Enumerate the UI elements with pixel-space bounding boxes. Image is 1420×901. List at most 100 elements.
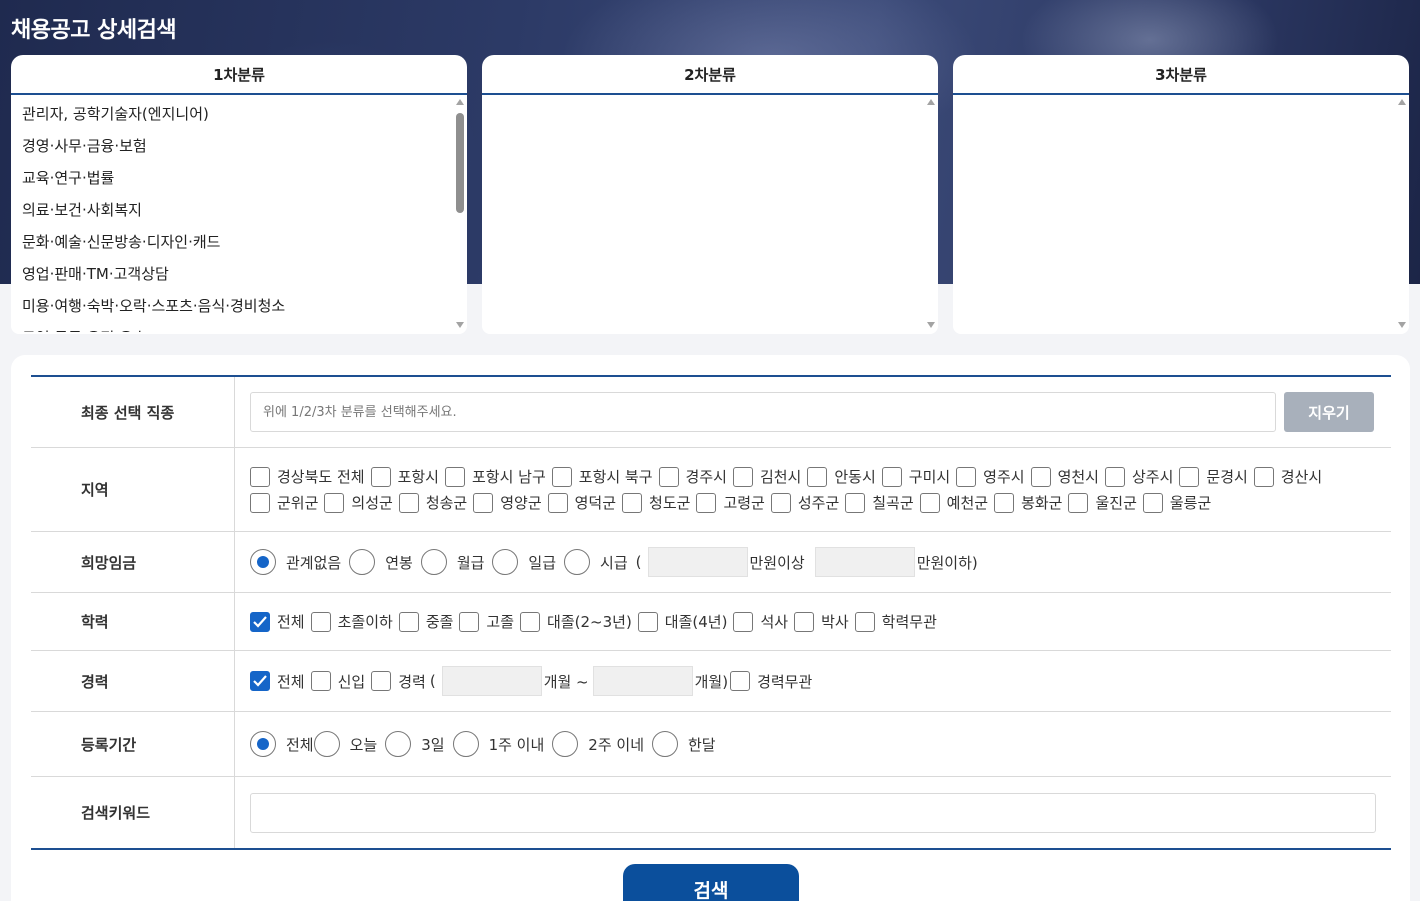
radio-circle[interactable] (452, 731, 479, 757)
checkbox-box[interactable] (732, 466, 753, 487)
region-checkbox[interactable]: 칠곡군 (845, 490, 914, 516)
scroll-down-arrow-icon[interactable] (1398, 322, 1406, 328)
scrollbar[interactable] (1396, 97, 1407, 330)
category-item[interactable]: 관리자, 공학기술자(엔지니어) (11, 98, 467, 130)
period-radio[interactable]: 오늘 (313, 731, 377, 757)
salary-radio[interactable]: 연봉 (349, 549, 413, 575)
checkbox-box[interactable] (398, 611, 419, 632)
region-checkbox[interactable]: 영양군 (473, 490, 542, 516)
scroll-up-arrow-icon[interactable] (927, 99, 935, 105)
category-list-first[interactable]: 관리자, 공학기술자(엔지니어) 경영·사무·금융·보험 교육·연구·법률 의료·보건… (11, 95, 467, 332)
checkbox-box[interactable] (696, 492, 717, 513)
checkbox-box[interactable] (770, 492, 791, 513)
salary-radio[interactable]: 일급 (492, 549, 556, 575)
radio-circle[interactable] (552, 731, 579, 757)
education-checkbox[interactable]: 전체 (250, 609, 305, 635)
region-checkbox[interactable]: 김천시 (732, 464, 801, 490)
radio-circle[interactable] (652, 731, 678, 757)
checkbox-box[interactable] (250, 611, 270, 632)
checkbox-box[interactable] (733, 611, 754, 632)
region-checkbox[interactable]: 영주시 (956, 464, 1025, 490)
career-all-checkbox[interactable]: 전체 (250, 668, 305, 694)
region-checkbox[interactable]: 경상북도 전체 (250, 464, 365, 490)
checkbox-box[interactable] (370, 466, 391, 487)
region-checkbox[interactable]: 영덕군 (547, 490, 616, 516)
career-irrelevant-checkbox[interactable]: 경력무관 (730, 668, 812, 694)
checkbox-box[interactable] (250, 466, 270, 487)
checkbox-box[interactable] (919, 492, 940, 513)
checkbox-box[interactable] (551, 466, 572, 487)
checkbox-box[interactable] (881, 466, 902, 487)
scroll-down-arrow-icon[interactable] (927, 322, 935, 328)
checkbox-box[interactable] (622, 492, 643, 513)
region-checkbox[interactable]: 청도군 (622, 490, 690, 516)
checkbox-box[interactable] (1030, 466, 1051, 487)
category-item[interactable]: 영업·판매·TM·고객상담 (11, 258, 467, 290)
final-job-input[interactable] (250, 392, 1276, 432)
checkbox-box[interactable] (845, 492, 866, 513)
salary-radio[interactable]: 시급 (564, 549, 628, 575)
checkbox-box[interactable] (637, 611, 658, 632)
education-checkbox[interactable]: 박사 (794, 609, 849, 635)
keyword-input[interactable] (250, 792, 1376, 833)
checkbox-box[interactable] (730, 671, 751, 691)
radio-circle[interactable] (420, 549, 447, 575)
region-checkbox[interactable]: 경주시 (658, 464, 727, 490)
scroll-thumb[interactable] (456, 113, 464, 213)
category-item[interactable]: 의료·보건·사회복지 (11, 194, 467, 226)
radio-circle[interactable] (564, 549, 591, 575)
checkbox-box[interactable] (854, 611, 875, 632)
career-min-months-input[interactable] (441, 666, 542, 696)
education-checkbox[interactable]: 중졸 (398, 609, 453, 635)
region-checkbox[interactable]: 포항시 남구 (444, 464, 546, 490)
checkbox-box[interactable] (807, 466, 828, 487)
region-checkbox[interactable]: 봉화군 (994, 490, 1062, 516)
education-checkbox[interactable]: 학력무관 (854, 609, 937, 635)
region-checkbox[interactable]: 예천군 (919, 490, 988, 516)
region-checkbox[interactable]: 상주시 (1104, 464, 1173, 490)
checkbox-box[interactable] (658, 466, 679, 487)
checkbox-box[interactable] (1142, 492, 1163, 513)
search-button[interactable]: 검색 (623, 864, 799, 901)
category-list-third[interactable] (953, 95, 1409, 332)
period-radio[interactable]: 2주 이네 (552, 731, 644, 757)
career-experienced-checkbox[interactable]: 경력 (371, 668, 426, 694)
region-checkbox[interactable]: 구미시 (881, 464, 950, 490)
radio-circle[interactable] (385, 731, 412, 757)
region-checkbox[interactable]: 성주군 (770, 490, 839, 516)
checkbox-box[interactable] (444, 466, 465, 487)
period-radio[interactable]: 1주 이내 (452, 731, 544, 757)
education-checkbox[interactable]: 대졸(2~3년) (520, 609, 632, 635)
period-radio[interactable]: 한달 (652, 731, 716, 757)
scroll-up-arrow-icon[interactable] (1398, 99, 1406, 105)
career-new-checkbox[interactable]: 신입 (310, 668, 365, 694)
clear-button[interactable]: 지우기 (1284, 392, 1374, 432)
career-max-months-input[interactable] (592, 666, 693, 696)
checkbox-box[interactable] (1179, 466, 1200, 487)
checkbox-box[interactable] (473, 492, 494, 513)
checkbox-box[interactable] (310, 611, 331, 632)
category-item[interactable]: 미용·여행·숙박·오락·스포츠·음식·경비청소 (11, 290, 467, 322)
radio-circle[interactable] (492, 549, 519, 575)
radio-circle[interactable] (313, 731, 340, 757)
region-checkbox[interactable]: 포항시 북구 (551, 464, 653, 490)
region-checkbox[interactable]: 군위군 (250, 490, 318, 516)
region-checkbox[interactable]: 청송군 (398, 490, 467, 516)
region-checkbox[interactable]: 경산시 (1253, 464, 1322, 490)
radio-circle[interactable] (250, 549, 276, 575)
salary-min-input[interactable] (647, 547, 748, 577)
education-checkbox[interactable]: 고졸 (459, 609, 514, 635)
scroll-down-arrow-icon[interactable] (456, 322, 464, 328)
checkbox-box[interactable] (520, 611, 541, 632)
region-checkbox[interactable]: 의성군 (324, 490, 393, 516)
education-checkbox[interactable]: 초졸이하 (310, 609, 393, 635)
checkbox-box[interactable] (250, 492, 270, 513)
region-checkbox[interactable]: 안동시 (807, 464, 876, 490)
region-checkbox[interactable]: 문경시 (1179, 464, 1248, 490)
scroll-up-arrow-icon[interactable] (456, 99, 464, 105)
salary-radio[interactable]: 관계없음 (250, 549, 341, 575)
checkbox-box[interactable] (794, 611, 815, 632)
checkbox-box[interactable] (250, 671, 270, 691)
checkbox-box[interactable] (1068, 492, 1089, 513)
region-checkbox[interactable]: 울릉군 (1142, 490, 1211, 516)
